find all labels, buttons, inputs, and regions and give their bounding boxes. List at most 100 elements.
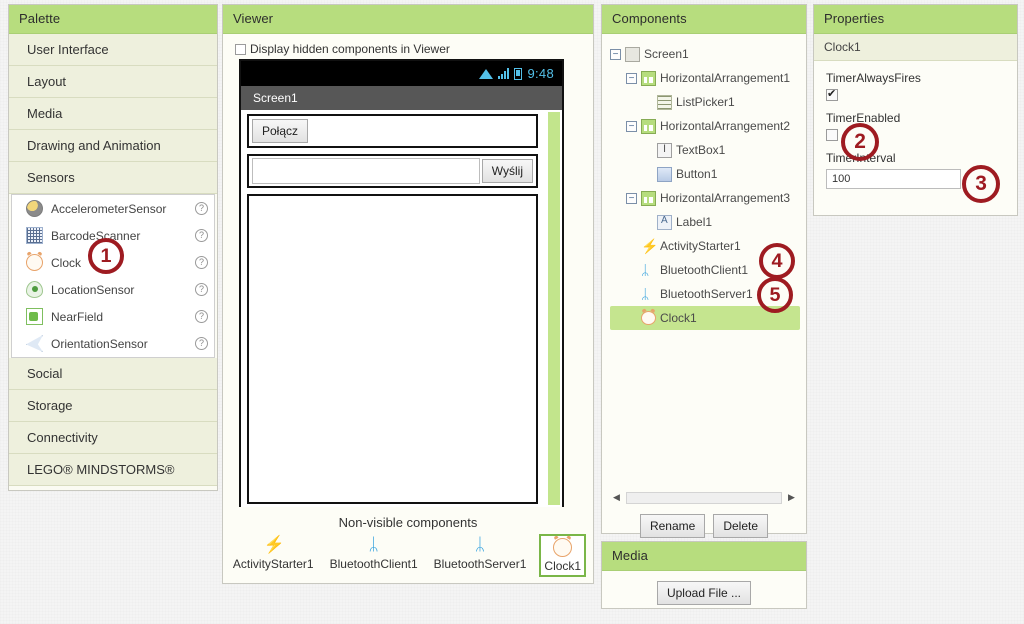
harrangement-icon xyxy=(641,118,656,134)
property-input-timerinterval[interactable] xyxy=(826,169,961,189)
harrangement-icon xyxy=(641,70,656,86)
help-icon[interactable]: ? xyxy=(195,229,208,242)
bluetooth-icon: ᛦ xyxy=(474,535,486,554)
wifi-icon xyxy=(479,68,494,79)
palette-category-social[interactable]: Social xyxy=(9,358,217,390)
phone-status-bar: 9:48 xyxy=(241,61,562,86)
non-visible-component-label: ActivityStarter1 xyxy=(232,557,314,571)
tree-node-listpicker1[interactable]: ListPicker1 xyxy=(610,90,800,114)
palette-category-drawing-and-animation[interactable]: Drawing and Animation xyxy=(9,130,217,162)
help-icon[interactable]: ? xyxy=(195,283,208,296)
palette-category-lego-mindstorms[interactable]: LEGO® MINDSTORMS® xyxy=(9,454,217,486)
scroll-left-arrow-icon[interactable]: ◀ xyxy=(610,491,623,504)
properties-component-name: Clock1 xyxy=(814,34,1017,61)
display-hidden-components-row[interactable]: Display hidden components in Viewer xyxy=(235,42,581,56)
non-visible-component-activitystarter1[interactable]: ⚡ ActivityStarter1 xyxy=(230,534,317,573)
tree-node-horizontalarrangement1[interactable]: − HorizontalArrangement1 xyxy=(610,66,800,90)
listpicker1-button[interactable]: Połącz xyxy=(252,119,309,143)
tree-node-label: ActivityStarter1 xyxy=(660,239,741,253)
help-icon[interactable]: ? xyxy=(195,256,208,269)
palette-item-label: OrientationSensor xyxy=(51,336,148,351)
palette-category-user-interface[interactable]: User Interface xyxy=(9,34,217,66)
annotation-number: 2 xyxy=(854,130,866,153)
tree-node-button1[interactable]: Button1 xyxy=(610,162,800,186)
components-action-buttons: Rename Delete xyxy=(602,506,806,538)
property-label-timerenabled: TimerEnabled xyxy=(826,111,901,125)
non-visible-component-bluetoothserver1[interactable]: ᛦ BluetoothServer1 xyxy=(431,534,530,573)
non-visible-component-clock1[interactable]: Clock1 xyxy=(539,534,587,577)
components-horizontal-scrollbar[interactable]: ◀ ▶ xyxy=(602,489,806,506)
palette-item-label: NearField xyxy=(51,309,104,324)
palette-category-label: Storage xyxy=(27,398,73,413)
display-hidden-components-label: Display hidden components in Viewer xyxy=(250,42,450,56)
tree-node-label1[interactable]: Label1 xyxy=(610,210,800,234)
non-visible-components-row: ⚡ ActivityStarter1 ᛦ BluetoothClient1 ᛦ Bluet… xyxy=(233,534,587,581)
upload-file-button[interactable]: Upload File ... xyxy=(656,581,752,605)
button1-send[interactable]: Wyślij xyxy=(481,159,533,183)
palette-item-nearfield[interactable]: NearField? xyxy=(12,303,214,330)
properties-header: Properties xyxy=(814,5,1017,34)
palette-item-label: BarcodeScanner xyxy=(51,228,141,243)
non-visible-component-label: Clock1 xyxy=(544,559,582,573)
textbox1-field[interactable] xyxy=(252,158,480,184)
tree-node-screen1[interactable]: − Screen1 xyxy=(610,42,800,66)
annotation-number: 4 xyxy=(771,249,783,272)
viewer-header: Viewer xyxy=(223,5,593,34)
location-icon xyxy=(26,281,43,298)
display-hidden-components-checkbox[interactable] xyxy=(235,43,246,55)
bluetooth-icon: ᛦ xyxy=(641,285,650,302)
tree-node-label: BluetoothServer1 xyxy=(660,287,753,301)
palette-category-storage[interactable]: Storage xyxy=(9,390,217,422)
tree-collapse-toggle-icon[interactable]: − xyxy=(626,120,637,132)
property-checkbox-timerenabled[interactable] xyxy=(826,129,838,141)
horizontal-arrangement-2[interactable]: Wyślij xyxy=(247,154,538,188)
palette-category-layout[interactable]: Layout xyxy=(9,66,217,98)
tree-node-horizontalarrangement2[interactable]: − HorizontalArrangement2 xyxy=(610,114,800,138)
tree-node-horizontalarrangement3[interactable]: − HorizontalArrangement3 xyxy=(610,186,800,210)
palette-item-locationsensor[interactable]: LocationSensor? xyxy=(12,276,214,303)
scroll-right-arrow-icon[interactable]: ▶ xyxy=(785,491,798,504)
viewer-panel: Viewer Display hidden components in View… xyxy=(222,4,594,584)
bluetooth-icon: ᛦ xyxy=(641,261,650,278)
tree-node-label: HorizontalArrangement2 xyxy=(660,119,791,133)
rename-button[interactable]: Rename xyxy=(639,514,706,538)
annotation-marker-4: 4 xyxy=(759,243,795,279)
palette-sensors-list: AccelerometerSensor? BarcodeScanner? Clock… xyxy=(11,194,215,358)
accelerometer-icon xyxy=(26,200,43,217)
palette-categories-bottom: Social Storage Connectivity LEGO® MINDSTORM… xyxy=(9,358,217,486)
palette-category-connectivity[interactable]: Connectivity xyxy=(9,422,217,454)
tree-node-label: Screen1 xyxy=(644,47,689,61)
property-checkbox-timeralwaysfires[interactable] xyxy=(826,87,838,101)
help-icon[interactable]: ? xyxy=(195,337,208,350)
label-icon xyxy=(657,214,672,230)
tree-node-label: BluetoothClient1 xyxy=(660,263,749,277)
annotation-marker-1: 1 xyxy=(88,238,124,274)
help-icon[interactable]: ? xyxy=(195,202,208,215)
palette-item-accelerometersensor[interactable]: AccelerometerSensor? xyxy=(12,195,214,222)
barcode-icon xyxy=(26,227,43,244)
tree-collapse-toggle-icon[interactable]: − xyxy=(610,48,621,60)
screen-vertical-scrollbar[interactable] xyxy=(548,112,560,505)
listpicker-icon xyxy=(657,94,672,110)
tree-node-label: ListPicker1 xyxy=(676,95,735,109)
viewer-body: Display hidden components in Viewer 9:48… xyxy=(223,34,593,581)
palette-category-label: LEGO® MINDSTORMS® xyxy=(27,462,175,477)
tree-collapse-toggle-icon[interactable]: − xyxy=(626,192,637,204)
help-icon[interactable]: ? xyxy=(195,310,208,323)
delete-button[interactable]: Delete xyxy=(713,514,769,538)
non-visible-component-bluetoothclient1[interactable]: ᛦ BluetoothClient1 xyxy=(327,534,421,573)
non-visible-components-title: Non-visible components xyxy=(338,515,478,530)
palette-category-label: Social xyxy=(27,366,63,381)
palette-category-media[interactable]: Media xyxy=(9,98,217,130)
tree-node-textbox1[interactable]: TextBox1 xyxy=(610,138,800,162)
palette-item-orientationsensor[interactable]: OrientationSensor? xyxy=(12,330,214,357)
media-panel: Media Upload File ... xyxy=(601,541,807,609)
palette-category-label: Drawing and Animation xyxy=(27,138,161,153)
horizontal-arrangement-1[interactable]: Połącz xyxy=(247,114,538,148)
tree-collapse-toggle-icon[interactable]: − xyxy=(626,72,637,84)
horizontal-arrangement-3[interactable] xyxy=(247,194,538,504)
scrollbar-track[interactable] xyxy=(626,491,782,504)
phone-screen-area: Połącz Wyślij xyxy=(241,110,562,507)
palette-category-sensors[interactable]: Sensors xyxy=(9,162,217,194)
palette-category-label: Layout xyxy=(27,74,67,89)
